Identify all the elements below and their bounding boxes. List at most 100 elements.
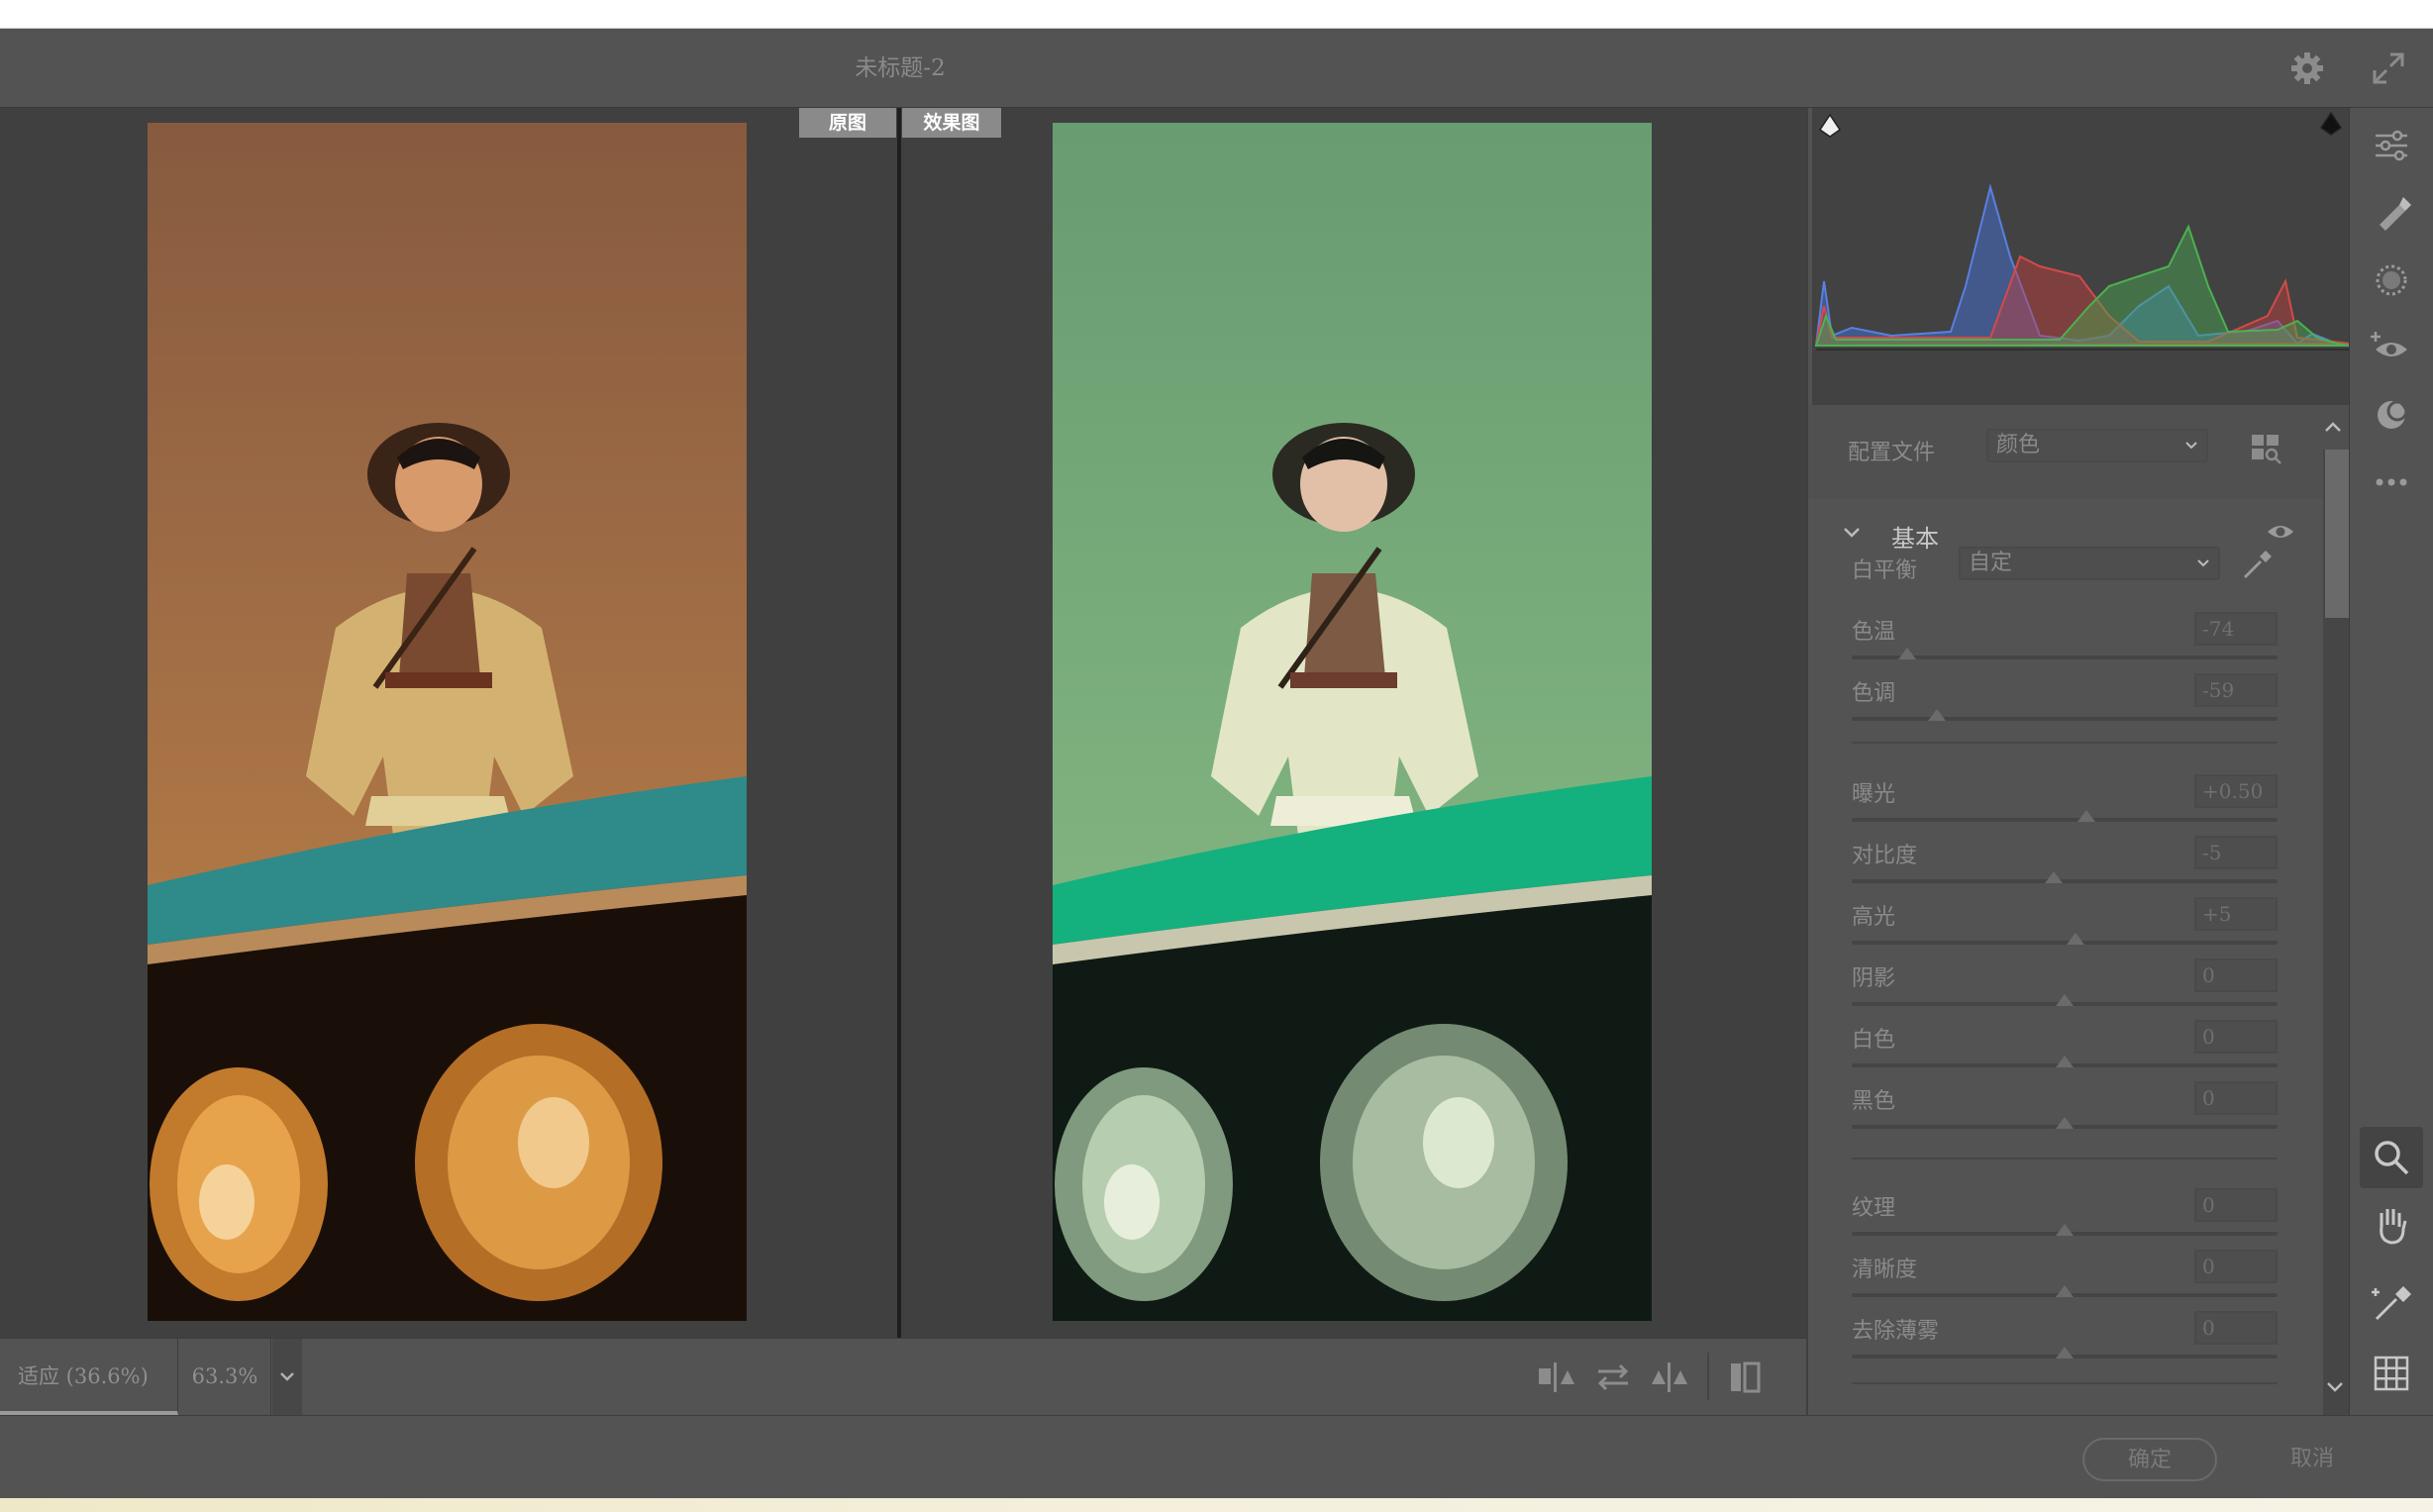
grid-icon[interactable] [2370, 1352, 2413, 1395]
profile-value: 颜色 [1996, 433, 2041, 457]
chevron-down-icon [2197, 559, 2209, 567]
presets-icon[interactable] [2370, 393, 2413, 437]
slider-thumb[interactable] [2056, 994, 2074, 1006]
zoom-dropdown-button[interactable] [272, 1339, 302, 1415]
slider-track[interactable] [1852, 941, 2278, 945]
slider-value-field[interactable]: +5 [2194, 897, 2278, 931]
host-top-strip [0, 0, 2433, 29]
zoom-percent-button[interactable]: 63.3% [179, 1339, 271, 1415]
split-divider[interactable] [897, 108, 901, 1338]
redeye-icon[interactable] [2370, 326, 2413, 369]
slider-row: 白色 0 [1808, 1020, 2323, 1081]
document-title: 未标题-2 [855, 55, 946, 81]
slider-thumb[interactable] [2056, 1117, 2074, 1129]
section-separator [1852, 742, 2278, 744]
color-sampler-icon[interactable] [2370, 1282, 2413, 1326]
slider-thumb[interactable] [2045, 871, 2064, 883]
slider-label: 黑色 [1852, 1089, 1896, 1114]
scroll-down-icon[interactable] [2321, 1373, 2349, 1401]
white-balance-dropdown[interactable]: 自定 [1959, 547, 2220, 580]
slider-track[interactable] [1852, 818, 2278, 822]
tool-strip [2349, 108, 2433, 1415]
slider-thumb[interactable] [2056, 1285, 2074, 1297]
slider-thumb[interactable] [2056, 1056, 2074, 1067]
profile-browser-icon[interactable] [2250, 433, 2283, 464]
slider-row: 对比度 -5 [1808, 836, 2323, 897]
slider-value-field[interactable]: -5 [2194, 836, 2278, 869]
swap-before-after-settings-icon[interactable] [1537, 1359, 1578, 1396]
slider-track[interactable] [1852, 879, 2278, 883]
cancel-button[interactable]: 取消 [2263, 1438, 2362, 1481]
section-separator [1852, 1382, 2278, 1384]
slider-thumb[interactable] [2077, 810, 2095, 822]
slider-value-field[interactable]: -59 [2194, 673, 2278, 707]
preview-area[interactable]: 原图 效果图 [0, 108, 1806, 1338]
slider-row: 黑色 0 [1808, 1081, 2323, 1143]
slider-label: 对比度 [1852, 844, 1918, 868]
slider-value-field[interactable]: 0 [2194, 1020, 2278, 1054]
mask-icon[interactable] [2370, 258, 2413, 302]
slider-value-field[interactable]: -74 [2194, 612, 2278, 646]
slider-track[interactable] [1852, 717, 2278, 721]
healing-icon[interactable] [2370, 191, 2413, 235]
host-bottom-strip [0, 1498, 2433, 1512]
slider-value-field[interactable]: 0 [2194, 1081, 2278, 1115]
gear-icon[interactable] [2287, 49, 2327, 88]
slider-value-field[interactable]: +0.50 [2194, 774, 2278, 808]
slider-row: 清晰度 0 [1808, 1250, 2323, 1311]
before-photo [148, 123, 747, 1321]
zoom-fit-button[interactable]: 适应 (36.6%) [0, 1339, 178, 1415]
chevron-down-icon [2185, 442, 2197, 450]
slider-row: 高光 +5 [1808, 897, 2323, 958]
profile-label: 配置文件 [1848, 441, 1936, 465]
slider-row: 色温 -74 [1808, 612, 2323, 673]
expand-icon[interactable] [2367, 47, 2410, 90]
slider-row: 曝光 +0.50 [1808, 774, 2323, 836]
slider-thumb[interactable] [1897, 648, 1916, 659]
basic-section: 基本 白平衡 自定 色温 -74 色调 -59 曝光 +0.50 对比度 -5 高光 +5 阴影 0 白… [1808, 499, 2323, 1415]
histogram [1812, 108, 2352, 405]
slider-value-field[interactable]: 0 [2194, 1188, 2278, 1222]
slider-row: 阴影 0 [1808, 958, 2323, 1020]
collapse-chevron-icon[interactable] [1842, 523, 1862, 543]
slider-label: 高光 [1852, 905, 1896, 930]
profile-dropdown[interactable]: 颜色 [1986, 429, 2208, 462]
slider-row: 色调 -59 [1808, 673, 2323, 735]
slider-thumb[interactable] [2056, 1224, 2074, 1236]
slider-label: 色温 [1852, 620, 1896, 645]
white-balance-label: 白平衡 [1852, 558, 1918, 583]
slider-value-field[interactable]: 0 [2194, 1250, 2278, 1283]
sliders-icon[interactable] [2370, 124, 2413, 167]
slider-label: 色调 [1852, 681, 1896, 706]
swap-icon[interactable] [1592, 1359, 1634, 1396]
slider-label: 白色 [1852, 1028, 1896, 1053]
slider-label: 阴影 [1852, 966, 1896, 991]
slider-value-field[interactable]: 0 [2194, 1311, 2278, 1345]
slider-thumb[interactable] [2056, 1347, 2074, 1359]
slider-label: 清晰度 [1852, 1258, 1918, 1282]
eye-icon[interactable] [2266, 521, 2295, 543]
ok-button[interactable]: 确定 [2082, 1438, 2217, 1481]
after-label: 效果图 [902, 108, 1001, 138]
hand-icon[interactable] [2370, 1203, 2413, 1247]
slider-row: 纹理 0 [1808, 1188, 2323, 1250]
slider-thumb[interactable] [1928, 709, 1946, 721]
more-icon[interactable] [2370, 460, 2413, 504]
before-after-view-icon[interactable] [1725, 1359, 1767, 1396]
toolbar-separator [1707, 1353, 1709, 1400]
profile-row: 配置文件 颜色 [1808, 405, 2351, 499]
scroll-up-icon[interactable] [2319, 413, 2347, 441]
slider-label: 曝光 [1852, 782, 1896, 807]
slider-label: 纹理 [1852, 1196, 1896, 1221]
slider-thumb[interactable] [2066, 933, 2084, 945]
slider-value-field[interactable]: 0 [2194, 958, 2278, 992]
slider-label: 去除薄雾 [1852, 1319, 1940, 1344]
zoom-icon[interactable] [2370, 1136, 2413, 1179]
before-label: 原图 [799, 108, 896, 138]
eyedropper-icon[interactable] [2240, 549, 2274, 582]
copy-settings-icon[interactable] [1648, 1359, 1689, 1396]
panel-scrollbar-thumb[interactable] [2325, 450, 2349, 618]
dialog-footer: 确定 取消 [0, 1415, 2433, 1498]
slider-row: 去除薄雾 0 [1808, 1311, 2323, 1372]
preview-toolbar: 适应 (36.6%) 63.3% [0, 1338, 1806, 1415]
